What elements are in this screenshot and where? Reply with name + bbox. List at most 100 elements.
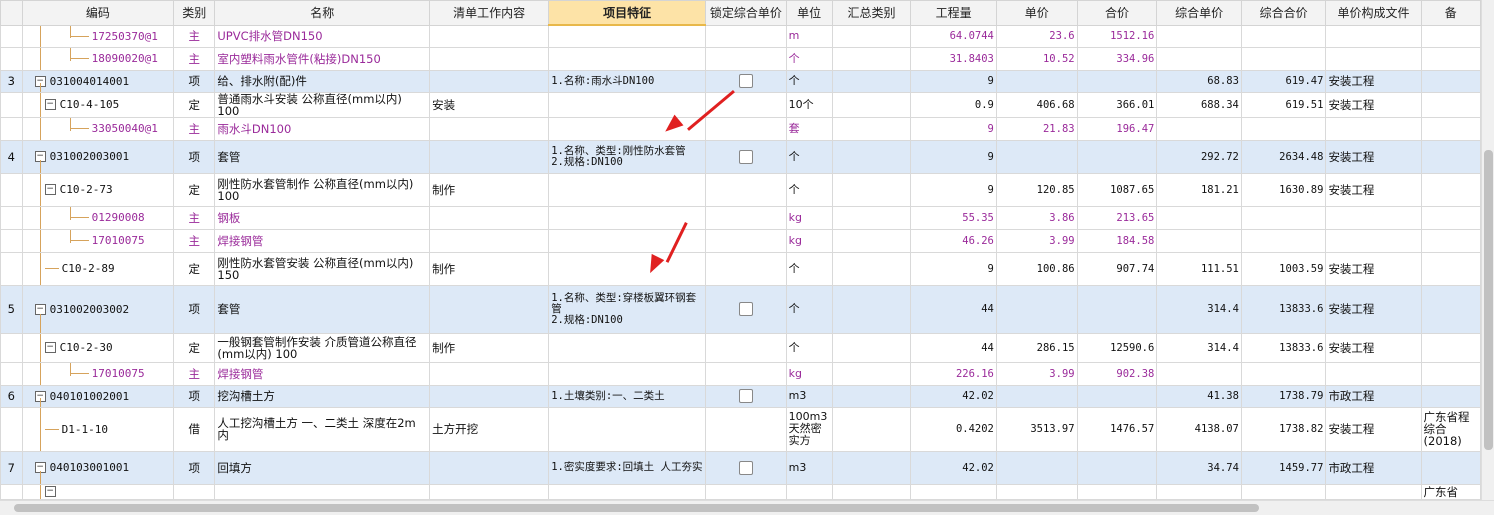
cell-total[interactable]: 907.74 — [1076, 251, 1158, 286]
cell-file[interactable] — [1325, 205, 1422, 230]
cell-name[interactable]: 给、排水附(配)件 — [214, 69, 431, 93]
bill-item-row[interactable]: 7−040103001001 项回填方 1.密实度要求:回填土 人工夯实 m3 42.0… — [0, 450, 1481, 485]
cell-file[interactable]: 安装工程 — [1325, 172, 1422, 207]
cell-file[interactable] — [1325, 24, 1422, 48]
cell-sum[interactable] — [831, 46, 912, 71]
cell-feat[interactable]: 1.名称、类型:穿楼板翼环钢套管 2.规格:DN100 — [548, 284, 706, 334]
cell-sum[interactable] — [831, 91, 912, 118]
cell-ctotal[interactable]: 1738.79 — [1240, 384, 1327, 408]
horizontal-scroll-thumb[interactable] — [14, 504, 1259, 512]
cell-sum[interactable] — [831, 205, 912, 230]
cell-total[interactable] — [1076, 69, 1158, 93]
column-header-3[interactable]: 名称 — [214, 0, 431, 26]
cell-note[interactable] — [1420, 361, 1481, 386]
material-row[interactable]: 01290008 主钢板 kg 55.35 3.86 213.65 — [0, 205, 1481, 230]
cell-feat[interactable]: 1.土壤类别:一、二类土 — [548, 384, 706, 408]
cell-code[interactable]: −040103001001 — [21, 450, 175, 485]
material-row[interactable]: 33050040@1 主雨水斗DN100 套 9 21.83 196.47 — [0, 116, 1481, 141]
cell-ctotal[interactable] — [1240, 24, 1327, 48]
cell-total[interactable]: 213.65 — [1076, 205, 1158, 230]
cell-code[interactable]: 33050040@1 — [21, 116, 175, 141]
cell-ctotal[interactable]: 13833.6 — [1240, 332, 1327, 363]
cell-lock[interactable] — [704, 483, 787, 500]
cell-note[interactable] — [1420, 384, 1481, 408]
cell-cprice[interactable]: 314.4 — [1156, 284, 1242, 334]
cell-lock[interactable] — [704, 406, 787, 452]
cell-code[interactable]: − — [21, 483, 175, 500]
column-header-10[interactable]: 单价 — [995, 0, 1078, 26]
cell-sum[interactable] — [831, 116, 912, 141]
column-header-12[interactable]: 综合单价 — [1156, 0, 1242, 26]
cell-code[interactable]: 01290008 — [21, 205, 175, 230]
cell-note[interactable] — [1420, 251, 1481, 286]
bill-item-row[interactable]: 6−040101002001 项挖沟槽土方 1.土壤类别:一、二类土 m3 42.02 4… — [0, 384, 1481, 408]
column-header-5[interactable]: 项目特征 — [548, 0, 706, 26]
cell-sum[interactable] — [831, 384, 912, 408]
cell-ctotal[interactable]: 13833.6 — [1240, 284, 1327, 334]
cell-note[interactable] — [1420, 205, 1481, 230]
cell-cat[interactable]: 项 — [173, 69, 216, 93]
cell-cprice[interactable] — [1156, 361, 1242, 386]
column-header-4[interactable]: 清单工作内容 — [429, 0, 550, 26]
cell-lock[interactable] — [704, 69, 787, 93]
cell-qty[interactable]: 64.0744 — [910, 24, 997, 48]
column-header-0[interactable] — [0, 0, 23, 26]
column-header-11[interactable]: 合价 — [1076, 0, 1158, 26]
cell-ctotal[interactable] — [1240, 205, 1327, 230]
cell-sum[interactable] — [831, 332, 912, 363]
cell-name[interactable]: UPVC排水管DN150 — [214, 24, 431, 48]
quota-row[interactable]: − 广东省 — [0, 483, 1481, 500]
cell-cprice[interactable] — [1156, 483, 1242, 500]
cell-code[interactable]: −031002003001 — [21, 139, 175, 174]
material-row[interactable]: 17010075 主焊接钢管 kg 46.26 3.99 184.58 — [0, 228, 1481, 253]
cell-rn[interactable] — [0, 116, 23, 141]
cell-total[interactable]: 196.47 — [1076, 116, 1158, 141]
cell-note[interactable] — [1420, 139, 1481, 174]
cell-total[interactable] — [1076, 483, 1158, 500]
cell-qty[interactable]: 31.8403 — [910, 46, 997, 71]
cell-cat[interactable]: 主 — [173, 24, 216, 48]
cell-rn[interactable] — [0, 251, 23, 286]
cell-feat[interactable] — [548, 361, 706, 386]
cell-code[interactable]: − C10-4-105 — [21, 91, 175, 118]
cell-lock[interactable] — [704, 139, 787, 174]
cell-name[interactable]: 挖沟槽土方 — [214, 384, 431, 408]
cell-code[interactable]: 18090020@1 — [21, 46, 175, 71]
cell-cat[interactable]: 项 — [173, 139, 216, 174]
cell-qty[interactable]: 9 — [910, 116, 997, 141]
cell-file[interactable]: 市政工程 — [1325, 384, 1422, 408]
cell-total[interactable] — [1076, 139, 1158, 174]
cell-rn[interactable] — [0, 361, 23, 386]
cell-cprice[interactable]: 34.74 — [1156, 450, 1242, 485]
cell-lock[interactable] — [704, 205, 787, 230]
cell-file[interactable] — [1325, 361, 1422, 386]
cell-name[interactable]: 套管 — [214, 284, 431, 334]
cell-feat[interactable] — [548, 46, 706, 71]
cell-feat[interactable] — [548, 332, 706, 363]
cell-sum[interactable] — [831, 172, 912, 207]
cell-code[interactable]: − C10-2-73 — [21, 172, 175, 207]
cell-lock[interactable] — [704, 361, 787, 386]
cell-price[interactable] — [995, 139, 1078, 174]
cell-rn[interactable] — [0, 228, 23, 253]
cell-unit[interactable]: m3 — [785, 450, 833, 485]
cell-lock[interactable] — [704, 384, 787, 408]
cell-sum[interactable] — [831, 251, 912, 286]
cell-feat[interactable] — [548, 406, 706, 452]
cell-total[interactable]: 1512.16 — [1076, 24, 1158, 48]
cell-cat[interactable]: 主 — [173, 205, 216, 230]
column-header-2[interactable]: 类别 — [173, 0, 216, 26]
cell-note[interactable] — [1420, 450, 1481, 485]
cell-unit[interactable] — [785, 483, 833, 500]
cell-unit[interactable]: 个 — [785, 172, 833, 207]
quota-row[interactable]: − C10-2-30 定一般钢套管制作安装 介质管道公称直径(mm以内) 100 制作… — [0, 332, 1481, 363]
cell-file[interactable] — [1325, 116, 1422, 141]
cell-ctotal[interactable]: 1630.89 — [1240, 172, 1327, 207]
cell-cat[interactable]: 定 — [173, 332, 216, 363]
cell-cprice[interactable]: 292.72 — [1156, 139, 1242, 174]
cell-price[interactable]: 286.15 — [995, 332, 1078, 363]
quota-row[interactable]: − C10-4-105 定普通雨水斗安装 公称直径(mm以内) 100 安装 10个 0.… — [0, 91, 1481, 118]
cell-cat[interactable]: 项 — [173, 450, 216, 485]
cell-qty[interactable]: 226.16 — [910, 361, 997, 386]
cell-name[interactable]: 一般钢套管制作安装 介质管道公称直径(mm以内) 100 — [214, 332, 431, 363]
